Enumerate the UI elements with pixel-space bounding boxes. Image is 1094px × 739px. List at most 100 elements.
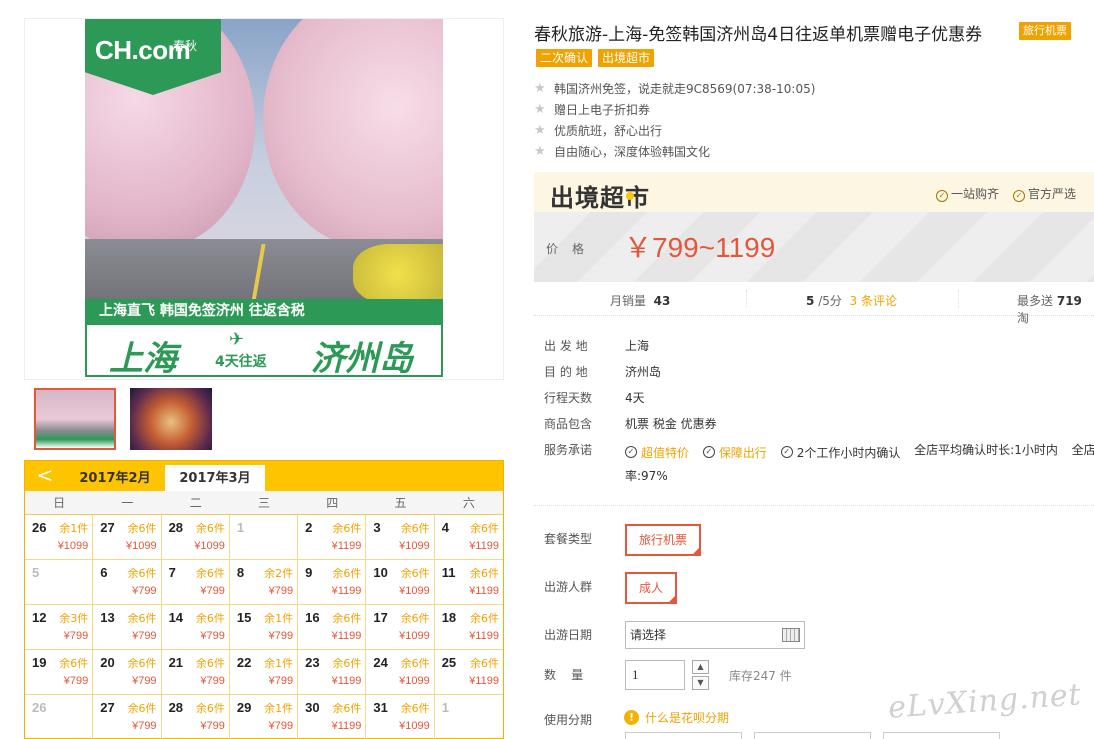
calendar-day[interactable]: 28 余6件 ¥799: [162, 695, 230, 739]
calendar-week-row: 26 27 余6件 ¥799 28 余6件 ¥799 29 余1件 ¥799 30 余6件 ¥1199 3…: [25, 695, 503, 739]
installment-help-link[interactable]: ! 什么是花呗分期: [624, 709, 729, 726]
calendar-day[interactable]: 13 余6件 ¥799: [93, 605, 162, 650]
calendar-day[interactable]: 12 余3件 ¥799: [25, 605, 94, 650]
calendar-icon[interactable]: [782, 628, 800, 642]
installment-option[interactable]: [754, 732, 871, 739]
day-stock: 余1件: [264, 612, 294, 625]
calendar-day: 26: [25, 695, 94, 739]
calendar-day[interactable]: 7 余6件 ¥799: [162, 560, 230, 605]
day-number: 28: [168, 700, 184, 715]
day-price: ¥799: [200, 720, 225, 732]
calendar-day[interactable]: 19 余6件 ¥799: [25, 650, 94, 695]
calendar-day[interactable]: 22 余1件 ¥799: [230, 650, 299, 695]
star-icon: ★: [534, 123, 546, 138]
day-price: ¥799: [268, 630, 294, 642]
crowd-option-adult[interactable]: 成人 ✓: [625, 572, 677, 604]
calendar-day[interactable]: 16 余6件 ¥1199: [298, 605, 367, 650]
chevron-left-icon[interactable]: <: [31, 463, 59, 489]
quantity-down-icon[interactable]: ▼: [692, 676, 709, 690]
date-label: 出游日期: [544, 628, 593, 642]
calendar-day[interactable]: 30 余6件 ¥1199: [298, 695, 367, 739]
day-number: 30: [305, 700, 320, 715]
day-number: 27: [100, 520, 115, 535]
info-service: 服务承诺 ✓ 超值特价 ✓ 保障出行 ✓ 2个工作小时内确认 全店平均确认时长:1小时…: [544, 443, 1094, 461]
warning-icon: !: [624, 710, 639, 725]
day-price: ¥799: [132, 675, 157, 687]
calendar-day[interactable]: 6 余6件 ¥799: [93, 560, 162, 605]
day-stock: 余6件: [332, 702, 362, 715]
installment-option[interactable]: [625, 732, 742, 739]
banner-to: 济州岛: [311, 339, 413, 377]
banner-route-text: 上海直飞 韩国免签济州 往返含税: [85, 299, 443, 323]
reviews-link[interactable]: 3 条评论: [850, 294, 897, 308]
calendar-day[interactable]: 27 余6件 ¥1099: [93, 515, 162, 560]
day-price: ¥799: [268, 585, 294, 597]
calendar-day[interactable]: 27 余6件 ¥799: [93, 695, 162, 739]
calendar-day[interactable]: 4 余6件 ¥1199: [435, 515, 503, 560]
calendar-day[interactable]: 25 余6件 ¥1199: [435, 650, 503, 695]
day-number: 22: [236, 655, 252, 670]
calendar-day[interactable]: 17 余6件 ¥1099: [366, 605, 435, 650]
day-stock: 余6件: [400, 567, 430, 580]
promise-guarantee[interactable]: ✓ 保障出行: [702, 444, 767, 461]
day-number: 17: [373, 610, 388, 625]
day-stock: 余1件: [59, 522, 89, 535]
calendar-day[interactable]: 31 余6件 ¥1099: [366, 695, 435, 739]
calendar-day[interactable]: 23 余6件 ¥1199: [298, 650, 367, 695]
calendar-day[interactable]: 2 余6件 ¥1199: [298, 515, 367, 560]
tab-month-mar[interactable]: 2017年3月: [165, 465, 265, 491]
main-product-image[interactable]: CH.com 春秋 上海直飞 韩国免签济州 往返含税 上海 ✈ 4天往返 济州岛: [85, 19, 443, 377]
calendar-day[interactable]: 28 余6件 ¥1099: [162, 515, 230, 560]
calendar-day[interactable]: 11 余6件 ¥1199: [435, 560, 503, 605]
calendar-week-row: 19 余6件 ¥799 20 余6件 ¥799 21 余6件 ¥799 22 余1件 ¥799 23 余6…: [25, 650, 503, 695]
product-title: 春秋旅游-上海-免签韩国济州岛4日往返单机票赠电子优惠券: [534, 25, 983, 45]
supermarket-logo: 出境超市: [550, 184, 650, 212]
day-stock: 余6件: [195, 657, 225, 670]
day-number: 12: [32, 610, 47, 625]
calendar-day[interactable]: 9 余6件 ¥1199: [298, 560, 367, 605]
day-number: 11: [441, 565, 456, 580]
price-label: 价格: [546, 242, 599, 256]
day-stock: 余6件: [469, 522, 499, 535]
promise-special-price[interactable]: ✓ 超值特价: [625, 444, 689, 461]
day-number: 21: [168, 655, 184, 670]
installment-option[interactable]: [883, 732, 1000, 739]
calendar-day[interactable]: 20 余6件 ¥799: [93, 650, 162, 695]
day-number: 15: [236, 610, 252, 625]
day-price: ¥799: [63, 675, 89, 687]
calendar-day[interactable]: 26 余1件 ¥1099: [25, 515, 94, 560]
day-price: ¥1199: [331, 630, 362, 642]
thumbnail-1[interactable]: [34, 388, 116, 450]
calendar-day[interactable]: 14 余6件 ¥799: [162, 605, 230, 650]
quantity-input[interactable]: 1: [625, 660, 685, 690]
calendar-day[interactable]: 15 余1件 ¥799: [230, 605, 299, 650]
package-option-flight[interactable]: 旅行机票 ✓: [625, 524, 701, 556]
day-stock: 余6件: [469, 612, 499, 625]
day-price: ¥1099: [399, 630, 430, 642]
outbound-supermarket-panel: 出境超市 ✓ 一站购齐 ✓ 官方严选 价格 ￥799~1199: [534, 172, 1094, 282]
calendar-day[interactable]: 24 余6件 ¥1099: [366, 650, 435, 695]
day-number: 31: [373, 700, 388, 715]
day-stock: 余6件: [332, 567, 362, 580]
calendar-day[interactable]: 8 余2件 ¥799: [230, 560, 299, 605]
calendar-day[interactable]: 18 余6件 ¥1199: [435, 605, 503, 650]
calendar-day[interactable]: 3 余6件 ¥1099: [366, 515, 435, 560]
banner-route: 上海 ✈ 4天往返 济州岛: [85, 323, 443, 377]
day-stock: 余6件: [195, 522, 225, 535]
feature-item: ★ 自由随心，深度体验韩国文化: [534, 144, 711, 159]
points: 最多送 719 淘: [1017, 294, 1082, 325]
installment-options: [625, 732, 1000, 739]
main-image-frame: CH.com 春秋 上海直飞 韩国免签济州 往返含税 上海 ✈ 4天往返 济州岛: [24, 18, 504, 380]
calendar-day[interactable]: 29 余1件 ¥799: [230, 695, 299, 739]
tab-month-feb[interactable]: 2017年2月: [65, 465, 165, 491]
calendar-day[interactable]: 10 余6件 ¥1099: [366, 560, 435, 605]
day-stock: 余6件: [195, 567, 225, 580]
day-price: ¥1099: [399, 675, 430, 687]
thumbnail-2[interactable]: [130, 388, 212, 450]
date-picker-input[interactable]: 请选择: [625, 621, 805, 649]
calendar-day[interactable]: 21 余6件 ¥799: [162, 650, 230, 695]
quantity-up-icon[interactable]: ▲: [692, 660, 709, 674]
installment-label: 使用分期: [544, 713, 593, 727]
feature-list: ★ 韩国济州免签，说走就走9C8569(07:38-10:05) ★ 赠日上电子折扣…: [534, 78, 815, 162]
day-stock: 余6件: [127, 702, 157, 715]
